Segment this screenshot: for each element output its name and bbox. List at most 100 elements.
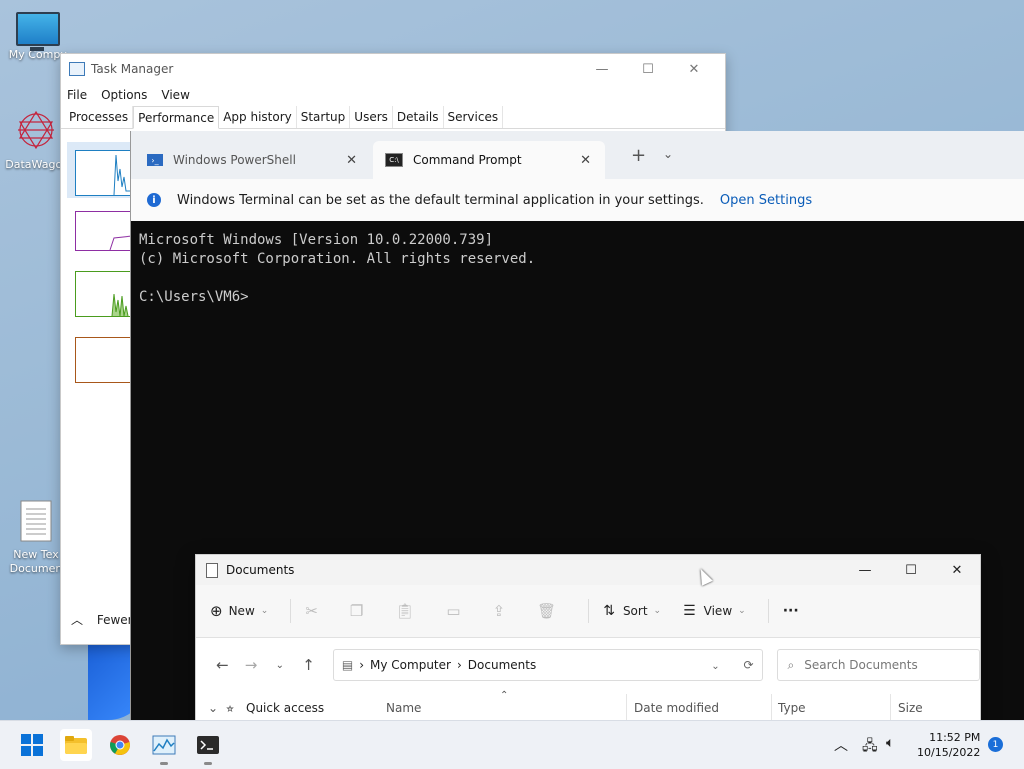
tab-services[interactable]: Services (444, 106, 504, 128)
explorer-titlebar[interactable]: Documents — ☐ ✕ (196, 555, 980, 585)
maximize-button[interactable]: ☐ (625, 54, 671, 84)
maximize-button[interactable]: ☐ (888, 555, 934, 585)
sort-ascending-icon: ⌃ (500, 690, 509, 701)
sort-button[interactable]: ⇅ Sort ⌄ (603, 603, 661, 619)
divider (767, 599, 769, 623)
view-label: View (703, 604, 733, 618)
share-icon[interactable]: ⇪ (493, 602, 506, 620)
info-bar: i Windows Terminal can be set as the def… (131, 179, 1024, 221)
folder-icon (65, 736, 87, 754)
cpu-graph (113, 154, 132, 196)
tab-performance[interactable]: Performance (133, 106, 220, 129)
taskbar-chrome[interactable] (104, 729, 136, 761)
breadcrumb-documents[interactable]: Documents (468, 658, 536, 672)
network-graph-thumbnail[interactable] (75, 337, 133, 383)
quick-access-star-icon: ⭐︎ (226, 701, 235, 715)
documents-icon (206, 562, 218, 578)
windows-logo-icon (21, 734, 43, 756)
column-divider[interactable] (890, 694, 891, 720)
taskbar-task-manager[interactable] (148, 729, 180, 765)
column-name[interactable]: Name (386, 701, 421, 715)
tab-processes[interactable]: Processes (65, 106, 134, 128)
up-arrow-icon[interactable]: ↑ (294, 656, 323, 674)
powershell-icon: ›_ (147, 154, 163, 166)
column-divider[interactable] (771, 694, 772, 720)
cpu-graph-thumbnail[interactable] (75, 150, 133, 196)
breadcrumb-my-computer[interactable]: My Computer (370, 658, 451, 672)
clock-date: 10/15/2022 (917, 746, 981, 759)
copy-icon[interactable]: ❐ (350, 602, 363, 620)
refresh-icon[interactable]: ⟳ (743, 658, 753, 672)
address-dropdown-icon[interactable]: ⌄ (711, 661, 719, 672)
notification-badge[interactable]: 1 (988, 737, 1003, 752)
column-divider[interactable] (626, 694, 627, 720)
search-input[interactable]: ⌕ Search Documents (776, 649, 980, 681)
tab-label: Command Prompt (413, 153, 522, 167)
tab-details[interactable]: Details (393, 106, 444, 128)
taskbar-file-explorer[interactable] (60, 729, 92, 761)
nav-quick-access[interactable]: Quick access (246, 701, 324, 715)
column-size[interactable]: Size (898, 701, 923, 715)
address-row: ← → ⌄ ↑ ▤ › My Computer › Documents ⌄ ⟳ … (196, 638, 980, 692)
menu-view[interactable]: View (161, 84, 189, 106)
paste-icon[interactable]: 📋︎ (395, 602, 414, 620)
tab-app-history[interactable]: App history (219, 106, 297, 128)
file-explorer-window[interactable]: Documents — ☐ ✕ ⊕ New ⌄ ✂ ❐ 📋︎ ▭ ⇪ 🗑︎ ⇅ … (195, 554, 981, 732)
tab-dropdown-button[interactable]: ⌄ (663, 147, 673, 161)
forward-arrow-icon[interactable]: → (237, 656, 266, 674)
desktop-icon-new-text-document[interactable]: New Tex Documen (6, 500, 66, 576)
console-line: (c) Microsoft Corporation. All rights re… (139, 251, 536, 267)
expand-chevron-icon[interactable]: ⌄ (208, 701, 218, 715)
show-hidden-icons-chevron[interactable]: ︿ (834, 735, 848, 755)
task-manager-titlebar[interactable]: Task Manager — ☐ ✕ (61, 54, 725, 84)
tab-startup[interactable]: Startup (297, 106, 351, 128)
address-bar[interactable]: ▤ › My Computer › Documents ⌄ ⟳ (332, 649, 763, 681)
divider (588, 599, 590, 623)
desktop-icon-label: DataWagor (5, 158, 67, 171)
column-type[interactable]: Type (778, 701, 806, 715)
close-button[interactable]: ✕ (934, 555, 980, 585)
view-button[interactable]: ☰ View ⌄ (683, 603, 746, 619)
cut-icon[interactable]: ✂ (305, 602, 318, 620)
breadcrumb-separator-icon: › (359, 658, 365, 672)
memory-graph-thumbnail[interactable] (75, 211, 133, 251)
close-tab-icon[interactable]: ✕ (346, 153, 357, 168)
desktop-icon-label: New Tex Documen (9, 548, 63, 575)
disk-graph-thumbnail[interactable] (75, 271, 133, 317)
tab-label: Windows PowerShell (173, 153, 296, 167)
start-button[interactable] (16, 729, 48, 761)
rename-icon[interactable]: ▭ (446, 602, 460, 620)
taskbar-terminal[interactable] (192, 729, 224, 765)
minimize-button[interactable]: — (579, 54, 625, 84)
delete-icon[interactable]: 🗑︎ (537, 602, 556, 620)
info-message: Windows Terminal can be set as the defau… (177, 192, 704, 208)
console-output[interactable]: Microsoft Windows [Version 10.0.22000.73… (131, 221, 1024, 317)
tab-command-prompt[interactable]: C:\ Command Prompt ✕ (373, 141, 605, 179)
tab-users[interactable]: Users (350, 106, 393, 128)
close-button[interactable]: ✕ (671, 54, 717, 84)
volume-icon[interactable]: 🔈︎ (886, 735, 894, 751)
chevron-up-icon: ︿ (71, 613, 84, 627)
address-actions: ⌄ ⟳ (711, 658, 753, 672)
clock[interactable]: 11:52 PM 10/15/2022 (917, 730, 980, 760)
tab-strip: Processes Performance App history Startu… (61, 106, 725, 129)
column-headers: ⌄ ⭐︎ Quick access ⌃ Name Date modified T… (196, 690, 980, 722)
menu-options[interactable]: Options (101, 84, 147, 106)
back-arrow-icon[interactable]: ← (208, 656, 237, 674)
folder-path-icon: ▤ (341, 658, 354, 672)
close-tab-icon[interactable]: ✕ (580, 153, 591, 168)
column-date-modified[interactable]: Date modified (634, 701, 719, 715)
new-tab-button[interactable]: + (631, 145, 646, 166)
menu-file[interactable]: File (67, 84, 87, 106)
minimize-button[interactable]: — (842, 555, 888, 585)
network-icon[interactable]: 🖧︎ (862, 735, 878, 759)
recent-locations-chevron-icon[interactable]: ⌄ (265, 660, 294, 671)
open-settings-link[interactable]: Open Settings (720, 193, 812, 208)
sort-icon: ⇅ (603, 603, 615, 619)
search-placeholder: Search Documents (804, 658, 918, 672)
more-options-button[interactable]: ··· (783, 603, 799, 619)
tab-windows-powershell[interactable]: ›_ Windows PowerShell ✕ (135, 141, 371, 179)
new-button[interactable]: ⊕ New ⌄ (210, 602, 268, 620)
desktop-icon-datawagon[interactable]: DataWagor (4, 108, 68, 172)
